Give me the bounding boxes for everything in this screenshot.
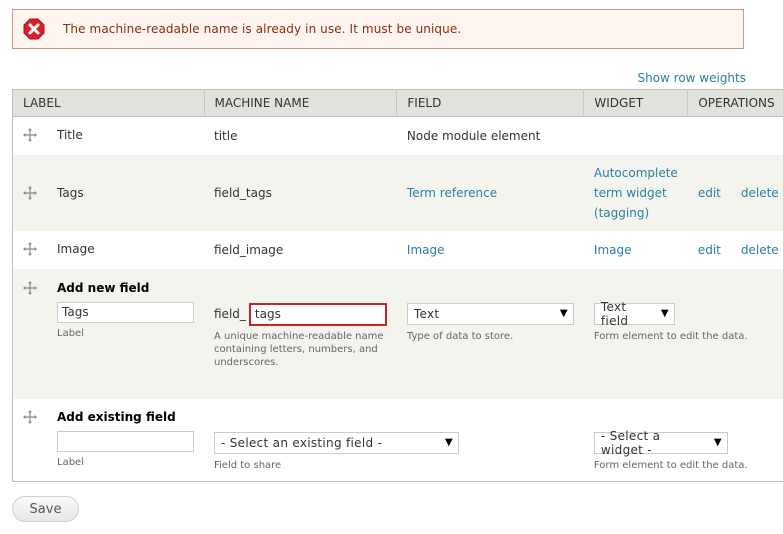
row-field-type: Node module element	[396, 116, 584, 155]
machine-name-desc-line: underscores.	[214, 356, 279, 368]
chevron-down-icon: ▼	[713, 437, 722, 448]
add-existing-field-title: Add existing field	[57, 409, 176, 424]
error-icon	[23, 18, 45, 40]
row-machine-name: field_tags	[204, 154, 397, 231]
drag-handle-icon[interactable]	[23, 128, 37, 142]
drag-handle-icon[interactable]	[23, 409, 37, 424]
row-machine-name: title	[204, 116, 397, 155]
widget-select-value: Text field	[600, 299, 629, 328]
drag-handle-icon[interactable]	[23, 185, 37, 200]
add-new-field-row: Add new field Label field_ A unique mach…	[12, 268, 783, 399]
existing-field-label-input[interactable]	[57, 430, 194, 452]
widget-line: term widget	[593, 185, 667, 200]
table-header-row: LABEL MACHINE NAME FIELD WIDGET OPERATIO…	[12, 89, 783, 117]
row-field-type-link[interactable]: Image	[407, 243, 445, 257]
table-row: Tags field_tags Term reference Autocompl…	[12, 154, 783, 231]
chevron-down-icon: ▼	[559, 308, 568, 319]
add-existing-field-row: Add existing field Label - Select an exi…	[12, 398, 783, 482]
widget-line: Autocomplete	[593, 165, 678, 180]
save-button[interactable]: Save	[12, 496, 79, 522]
field-type-select-value: Text	[413, 306, 440, 321]
field-type-desc: Type of data to store.	[406, 330, 514, 342]
existing-field-label-caption: Label	[57, 456, 84, 468]
drag-handle-icon[interactable]	[23, 241, 37, 256]
existing-field-select[interactable]: - Select an existing field - ▼	[214, 431, 459, 454]
field-type-select[interactable]: Text ▼	[406, 302, 574, 325]
chevron-down-icon: ▼	[660, 308, 669, 319]
new-field-label-input[interactable]	[57, 301, 194, 323]
show-row-weights-link[interactable]: Show row weights	[637, 71, 746, 85]
existing-field-desc: Field to share	[214, 459, 282, 471]
machine-name-desc-line: containing letters, numbers, and	[214, 343, 378, 355]
edit-link[interactable]: edit	[698, 243, 721, 257]
edit-link[interactable]: edit	[698, 186, 721, 200]
widget-line: (tagging)	[593, 205, 650, 220]
chevron-down-icon: ▼	[445, 437, 453, 448]
existing-field-select-value: - Select an existing field -	[221, 435, 383, 450]
row-machine-name: field_image	[204, 230, 397, 269]
existing-widget-desc: Form element to edit the data.	[593, 459, 748, 471]
fields-table: LABEL MACHINE NAME FIELD WIDGET OPERATIO…	[12, 89, 783, 482]
column-header-label: LABEL	[12, 89, 204, 117]
widget-select[interactable]: Text field ▼	[593, 299, 675, 328]
new-field-label-caption: Label	[57, 327, 84, 339]
machine-name-desc-line: A unique machine-readable name	[214, 330, 384, 342]
column-header-machine-name: MACHINE NAME	[203, 89, 397, 117]
drag-handle-icon[interactable]	[23, 280, 37, 295]
row-field-type-link[interactable]: Term reference	[407, 186, 497, 200]
existing-widget-select-value: - Select a widget -	[600, 428, 661, 457]
column-header-widget: WIDGET	[583, 89, 688, 117]
column-header-operations: OPERATIONS	[687, 89, 783, 117]
existing-widget-select[interactable]: - Select a widget - ▼	[593, 428, 728, 457]
row-widget-link[interactable]: Image	[594, 243, 632, 257]
row-label: Image	[57, 241, 95, 256]
widget-desc: Form element to edit the data.	[593, 330, 748, 342]
column-header-field: FIELD	[396, 89, 584, 117]
machine-name-prefix: field_	[214, 307, 246, 321]
table-row: Image field_image Image Image edit delet…	[12, 230, 783, 269]
error-text: The machine-readable name is already in …	[63, 22, 462, 36]
error-message: The machine-readable name is already in …	[12, 9, 744, 49]
delete-link[interactable]: delete	[741, 243, 779, 257]
row-label: Tags	[57, 185, 84, 200]
add-new-field-title: Add new field	[57, 280, 150, 295]
row-widget-link[interactable]: Autocomplete term widget (tagging)	[594, 166, 678, 220]
new-field-machine-name-input[interactable]	[248, 302, 387, 326]
table-row: Title title Node module element	[12, 116, 783, 155]
delete-link[interactable]: delete	[741, 186, 779, 200]
row-label: Title	[57, 128, 83, 142]
